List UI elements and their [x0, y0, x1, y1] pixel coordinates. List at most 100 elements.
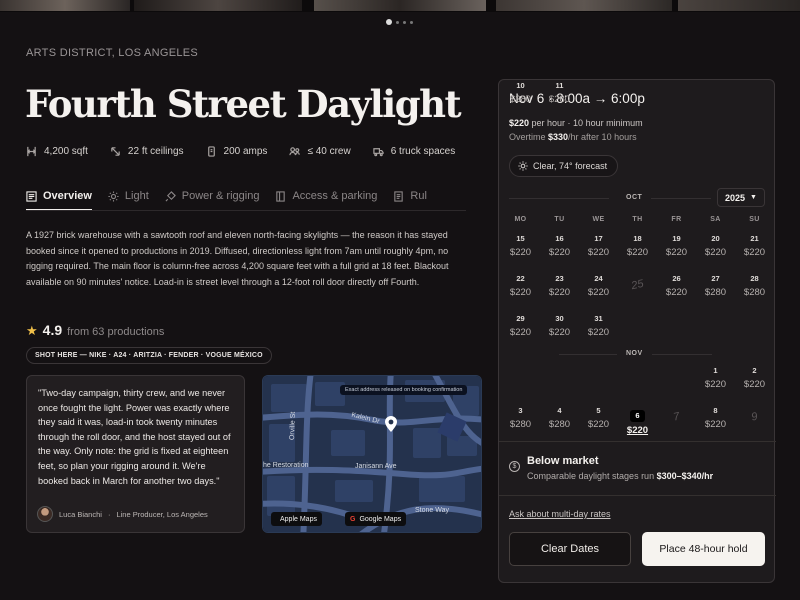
weekday-label: SU: [749, 216, 760, 223]
day-price: $220: [548, 287, 571, 298]
calendar-day[interactable]: 24 $220: [579, 273, 618, 298]
calendar-day[interactable]: 30 $220: [540, 313, 579, 338]
day-number: 5: [596, 406, 601, 415]
day-number: 15: [516, 234, 525, 243]
photo-gallery[interactable]: [0, 0, 800, 12]
clear-dates-button[interactable]: Clear Dates: [509, 532, 631, 566]
tab-overview[interactable]: Overview: [26, 190, 92, 210]
google-maps-button[interactable]: G Google Maps: [345, 512, 407, 526]
day-number: 4: [557, 406, 562, 415]
apple-maps-button[interactable]: Apple Maps: [271, 512, 322, 526]
gallery-dot[interactable]: [410, 20, 413, 24]
day-number: 30: [555, 314, 564, 323]
calendar-day[interactable]: 28 $280: [735, 273, 774, 298]
calendar-day[interactable]: 8 $220: [696, 405, 735, 430]
gallery-pagination[interactable]: [386, 19, 413, 25]
gallery-photo[interactable]: [678, 0, 800, 11]
weekday-label: FR: [671, 216, 682, 223]
gallery-dot[interactable]: [396, 20, 399, 24]
day-price: $280: [548, 419, 571, 430]
market-title: Below market: [527, 455, 599, 467]
day-price: $280: [548, 94, 571, 105]
calendar-day[interactable]: 15 $220: [501, 233, 540, 258]
star-icon: ★: [26, 323, 38, 338]
calendar-day[interactable]: 1 $220: [696, 365, 735, 390]
calendar-day[interactable]: 17 $220: [579, 233, 618, 258]
plug-icon: [165, 191, 176, 202]
spec-item: 4,200 sqft: [26, 146, 88, 157]
location-label: ARTS DISTRICT, LOS ANGELES: [26, 47, 199, 59]
day-number: 2: [752, 366, 757, 375]
author-name: Luca Bianchi: [59, 509, 102, 519]
day-price: $220: [548, 327, 571, 338]
day-price: $220: [626, 247, 649, 258]
calendar-day[interactable]: 20 $220: [696, 233, 735, 258]
gallery-dot[interactable]: [386, 19, 392, 25]
calendar-day-selected[interactable]: 6 $220: [618, 405, 657, 436]
calendar-day[interactable]: 3 $280: [501, 405, 540, 430]
calendar-day[interactable]: 21 $220: [735, 233, 774, 258]
spec-list: 4,200 sqft 22 ft ceilings 200 amps ≤ 40 …: [26, 146, 455, 157]
weekday-label: TU: [554, 216, 565, 223]
calendar-day[interactable]: 2 $220: [735, 365, 774, 390]
calendar-day[interactable]: 22 $220: [501, 273, 540, 298]
day-price: $220: [587, 247, 610, 258]
calendar-day[interactable]: 11 $280: [540, 80, 579, 105]
calendar-day[interactable]: 4 $280: [540, 405, 579, 430]
month-label-nov: NOV: [626, 350, 643, 357]
calendar-day[interactable]: 18 $220: [618, 233, 657, 258]
avatar: [37, 506, 53, 522]
gallery-photo[interactable]: [0, 0, 130, 11]
rating-score: 4.9: [42, 322, 63, 338]
gallery-photo[interactable]: [134, 0, 302, 11]
divider: [499, 495, 776, 496]
map-tiles[interactable]: [263, 376, 482, 533]
door-icon: [276, 191, 286, 202]
location-map[interactable]: Exact address released on booking confir…: [262, 375, 482, 533]
tab-access-parking[interactable]: Access & parking: [275, 190, 377, 210]
weekday-label: MO: [514, 216, 527, 223]
calendar-day[interactable]: 26 $220: [657, 273, 696, 298]
day-price: $220: [509, 287, 532, 298]
ceiling-height-icon: [111, 147, 120, 156]
calendar-day[interactable]: 5 $220: [579, 405, 618, 430]
spec-item: ≤ 40 crew: [289, 146, 351, 157]
gallery-photo[interactable]: [314, 0, 486, 11]
day-price: $280: [509, 94, 532, 105]
place-hold-button[interactable]: Place 48-hour hold: [642, 532, 765, 566]
divider: [509, 198, 609, 199]
day-price: $220: [743, 379, 766, 390]
separator: ·: [107, 509, 111, 519]
street-label: he Restoration: [263, 462, 309, 469]
day-number: 17: [594, 234, 603, 243]
day-price: $220: [548, 247, 571, 258]
tab-power-rigging[interactable]: Power & rigging: [165, 190, 259, 210]
calendar-day[interactable]: 19 $220: [657, 233, 696, 258]
day-price: $220: [665, 247, 688, 258]
tab-rules[interactable]: Rul: [393, 190, 427, 210]
street-label: Stone Way: [415, 507, 449, 514]
calendar-day[interactable]: 31 $220: [579, 313, 618, 338]
year-select[interactable]: 2025 ▼: [717, 188, 765, 207]
day-price: $220: [509, 247, 532, 258]
gallery-dot[interactable]: [403, 20, 406, 24]
day-number: 22: [516, 274, 525, 283]
day-number: 29: [516, 314, 525, 323]
calendar-day[interactable]: 10 $280: [501, 80, 540, 105]
calendar-day-unavailable: 9: [735, 405, 774, 423]
calendar-day[interactable]: 29 $220: [501, 313, 540, 338]
day-number: 27: [711, 274, 720, 283]
calendar-day[interactable]: 16 $220: [540, 233, 579, 258]
tab-bar: Overview Light Power & rigging Access & …: [26, 190, 466, 211]
divider: [651, 198, 711, 199]
day-number: 26: [672, 274, 681, 283]
day-number: 8: [713, 406, 718, 415]
calendar-day[interactable]: 27 $280: [696, 273, 735, 298]
area-icon: [26, 146, 37, 157]
tab-light[interactable]: Light: [108, 190, 149, 210]
calendar-day[interactable]: 23 $220: [540, 273, 579, 298]
rules-icon: [394, 191, 404, 202]
gallery-photo[interactable]: [496, 0, 672, 11]
multi-day-rates-link[interactable]: Ask about multi-day rates: [509, 509, 611, 519]
review-card: "Two-day campaign, thirty crew, and we n…: [26, 375, 245, 533]
